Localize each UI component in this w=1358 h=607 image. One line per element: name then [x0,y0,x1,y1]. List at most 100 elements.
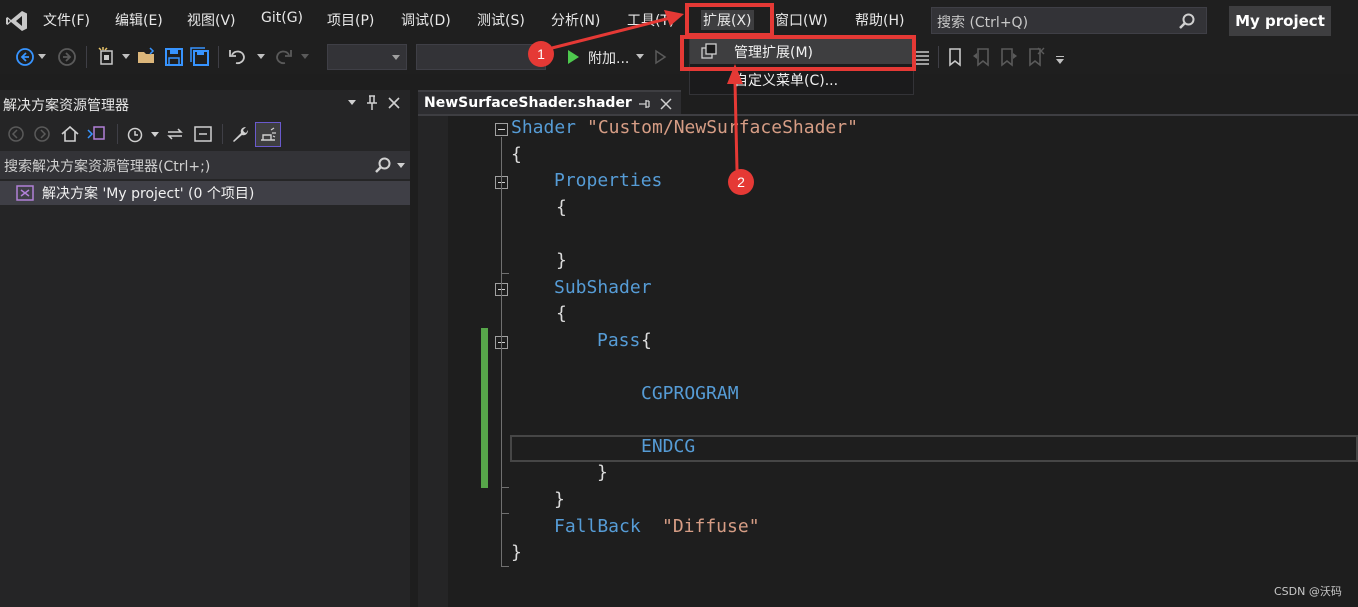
new-dropdown-arrow-icon[interactable] [122,54,130,59]
properties-wrench-icon[interactable] [230,124,250,144]
menu-git[interactable]: Git(G) [261,10,303,26]
code-brace: { [556,197,567,218]
annotation-arrow-2-icon [727,64,743,171]
navigate-back-icon[interactable] [14,46,36,68]
menu-window[interactable]: 窗口(W) [775,10,828,30]
menu-file[interactable]: 文件(F) [43,10,90,30]
solution-explorer-title: 解决方案资源管理器 [3,98,129,114]
tab-newsurfaceshader[interactable]: NewSurfaceShader.shader [418,90,681,114]
menu-item-label: 自定义菜单(C)... [734,73,839,89]
solution-explorer-panel: 解决方案资源管理器 搜索解决方案资源管理器(Ctrl+;) 解决方案 'My p… [0,90,410,607]
solution-label: 解决方案 'My project' (0 个项目) [42,186,255,202]
collapse-all-icon[interactable] [193,124,213,144]
back-dropdown-arrow-icon[interactable] [38,54,46,59]
panel-options-dropdown-icon[interactable] [348,100,356,105]
redo-icon[interactable] [272,46,294,68]
search-options-dropdown-icon[interactable] [397,163,405,168]
save-icon[interactable] [163,46,185,68]
visual-studio-logo-icon [6,11,27,31]
menu-debug[interactable]: 调试(D) [401,10,451,30]
solution-search-placeholder: 搜索解决方案资源管理器(Ctrl+;) [4,159,211,175]
undo-icon[interactable] [227,46,249,68]
code-brace: { [641,330,652,351]
open-folder-icon[interactable] [136,46,158,68]
sync-with-document-icon[interactable] [165,124,185,144]
next-bookmark-icon[interactable] [997,46,1019,68]
annotation-step-1: 1 [528,41,554,67]
solution-explorer-toolbar [0,118,410,150]
forward-icon[interactable] [33,125,51,143]
code-shader-keyword: Shader [511,117,577,138]
home-icon[interactable] [60,124,80,144]
previous-bookmark-icon[interactable] [971,46,993,68]
toolbar-overflow-icon[interactable] [1056,59,1064,64]
toolbar-separator [117,124,118,144]
visual-studio-window: 文件(F) 编辑(E) 视图(V) Git(G) 项目(P) 调试(D) 测试(… [0,0,1358,607]
code-pass-keyword: Pass [597,330,641,351]
code-properties-keyword: Properties [554,170,663,191]
toolbar-separator [218,46,219,68]
menu-view[interactable]: 视图(V) [187,10,236,30]
new-project-icon[interactable] [96,46,118,68]
project-name-badge[interactable]: My project [1229,6,1331,36]
redo-dropdown-arrow-icon[interactable] [301,54,309,59]
save-all-icon[interactable] [189,46,211,68]
tab-title: NewSurfaceShader.shader [424,95,632,111]
preview-selected-items-button[interactable] [255,122,281,147]
solution-platform-select[interactable] [416,44,546,70]
menu-test[interactable]: 测试(S) [477,10,525,30]
navigate-forward-icon[interactable] [56,46,78,68]
outline-guide-end [501,513,509,514]
code-brace: { [511,144,522,165]
outline-guide-end [501,566,509,567]
code-fallback-name: "Diffuse" [662,516,760,537]
switch-views-icon[interactable] [86,124,106,144]
solution-explorer-search[interactable]: 搜索解决方案资源管理器(Ctrl+;) [0,151,410,179]
fold-toggle[interactable] [495,123,508,136]
toolbar-separator [222,124,223,144]
close-icon[interactable] [387,96,401,110]
toolbar-separator [86,46,87,68]
solution-configuration-select[interactable] [327,44,407,70]
global-search-box[interactable]: 搜索 (Ctrl+Q) [931,7,1207,34]
solution-icon [16,185,34,201]
code-shader-name: "Custom/NewSurfaceShader" [587,117,858,138]
code-brace: } [554,489,565,510]
watermark: CSDN @沃码 [1274,585,1342,598]
menu-project[interactable]: 项目(P) [327,10,374,30]
bookmark-icon[interactable] [944,46,966,68]
close-tab-icon[interactable] [660,98,672,110]
highlight-box-extensions-menu [685,3,774,37]
menu-help[interactable]: 帮助(H) [855,10,904,30]
code-cgprogram-keyword: CGPROGRAM [641,383,739,404]
menu-edit[interactable]: 编辑(E) [115,10,163,30]
undo-dropdown-arrow-icon[interactable] [257,54,265,59]
code-brace: } [511,542,522,563]
clear-bookmarks-icon[interactable] [1024,46,1046,68]
change-indicator-bar [481,328,488,488]
outline-guide-end [501,273,509,274]
pending-changes-filter-icon[interactable] [125,124,145,144]
code-fallback-keyword: FallBack [554,516,641,537]
code-brace: { [556,303,567,324]
code-brace: } [556,250,567,271]
search-icon[interactable] [374,156,392,174]
editor-gutter [418,116,448,607]
outline-guide [501,137,502,567]
preview-icon [261,127,276,141]
pin-tab-icon[interactable] [638,98,650,110]
code-subshader-keyword: SubShader [554,277,652,298]
current-line-highlight [510,435,1358,462]
annotation-arrow-1-icon [551,10,684,50]
tree-item-solution[interactable]: 解决方案 'My project' (0 个项目) [0,181,410,205]
annotation-step-2: 2 [728,169,754,195]
search-icon [1179,13,1195,29]
code-endcg-keyword: ENDCG [641,436,696,457]
filter-dropdown-icon[interactable] [151,132,159,137]
back-icon[interactable] [7,125,25,143]
toolbar-overflow-line [1056,56,1064,57]
code-brace: } [597,462,608,483]
chevron-down-icon [392,55,400,60]
pin-icon[interactable] [365,95,379,111]
highlight-box-manage-extensions [680,35,916,71]
